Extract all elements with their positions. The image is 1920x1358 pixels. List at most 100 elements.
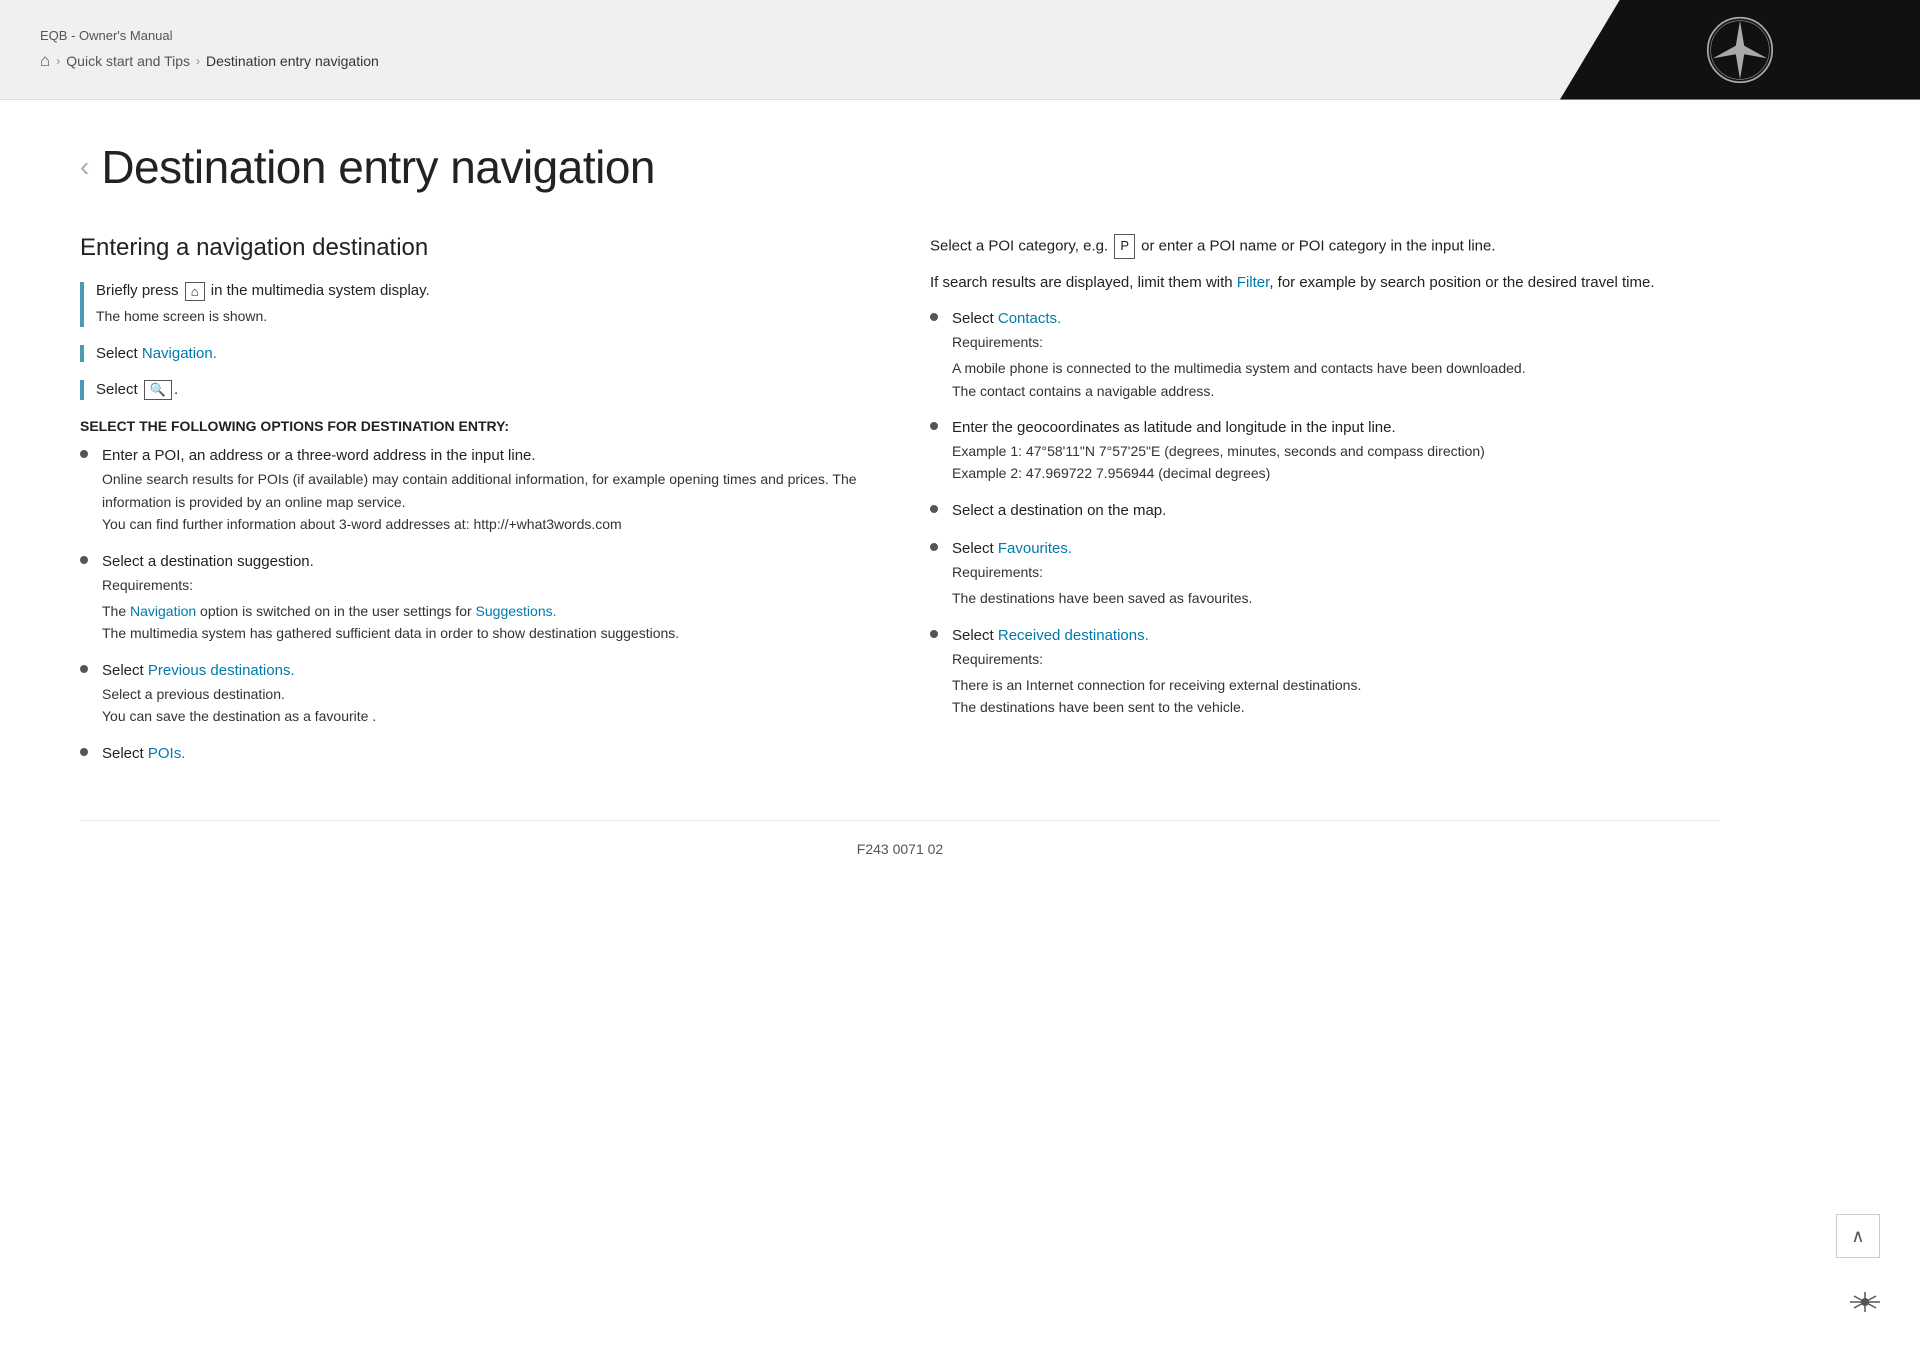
bullet-2-main: Select a destination suggestion.: [102, 553, 314, 570]
arrow-item-1-content: Briefly press ⌂ in the multimedia system…: [96, 282, 870, 327]
breadcrumb-quick-start[interactable]: Quick start and Tips: [66, 53, 190, 69]
arrow-item-2-text: Select Navigation.: [96, 345, 217, 362]
bullet-item-3: Select Previous destinations. Select a p…: [80, 659, 870, 728]
breadcrumb-current: Destination entry navigation: [206, 53, 379, 69]
right-bullet-4-content: Select Favourites. Requirements: The des…: [952, 537, 1720, 610]
right-bullet-1-sub: A mobile phone is connected to the multi…: [952, 357, 1720, 379]
breadcrumb: ⌂ › Quick start and Tips › Destination e…: [40, 51, 1520, 71]
two-col-layout: Entering a navigation destination Briefl…: [80, 234, 1720, 780]
bullet-2-sub: The Navigation option is switched on in …: [102, 600, 870, 622]
arrow-item-3-text: Select 🔍.: [96, 381, 178, 398]
right-bullet-5-sub2: The destinations have been sent to the v…: [952, 696, 1720, 718]
right-bullet-5-req: Requirements:: [952, 648, 1720, 670]
bullet-2-req: Requirements:: [102, 574, 870, 596]
navigation-link[interactable]: Navigation.: [142, 345, 217, 362]
bullet-item-4: Select POIs.: [80, 742, 870, 766]
mercedes-logo: [1705, 15, 1775, 85]
scroll-top-button[interactable]: ∧: [1836, 1214, 1880, 1258]
right-dot-1: [930, 313, 938, 321]
home-icon[interactable]: ⌂: [40, 51, 50, 71]
arrow-items-list: Briefly press ⌂ in the multimedia system…: [80, 282, 870, 400]
circle-dot-4: [80, 748, 88, 756]
bullet-item-1: Enter a POI, an address or a three-word …: [80, 444, 870, 535]
right-bullet-2-sub: Example 1: 47°58'11"N 7°57'25"E (degrees…: [952, 440, 1720, 462]
arrow-bar-2: [80, 345, 84, 362]
arrow-item-2-content: Select Navigation.: [96, 345, 870, 362]
home-icon-box: ⌂: [185, 282, 205, 301]
navigation-link-2[interactable]: Navigation: [130, 603, 196, 619]
search-icon-box: 🔍: [144, 380, 172, 400]
bullet-1-main: Enter a POI, an address or a three-word …: [102, 447, 536, 464]
bullet-item-3-content: Select Previous destinations. Select a p…: [102, 659, 870, 728]
right-bullet-4-main: Select Favourites.: [952, 540, 1072, 557]
poi-icon-box: P: [1114, 234, 1135, 259]
filter-link[interactable]: Filter: [1237, 274, 1270, 291]
bullet-item-4-content: Select POIs.: [102, 742, 870, 766]
poi-category-text: Select a POI category, e.g. P or enter a…: [930, 234, 1720, 259]
bullet-3-main: Select Previous destinations.: [102, 662, 295, 679]
right-bullet-1-main: Select Contacts.: [952, 310, 1061, 327]
pois-link[interactable]: POIs.: [148, 745, 186, 762]
breadcrumb-sep-2: ›: [196, 54, 200, 68]
right-bullet-2: Enter the geocoordinates as latitude and…: [930, 416, 1720, 485]
arrow-item-3: Select 🔍.: [80, 380, 870, 400]
received-destinations-link[interactable]: Received destinations.: [998, 627, 1149, 644]
bullet-4-main: Select POIs.: [102, 745, 185, 762]
right-bullet-1-content: Select Contacts. Requirements: A mobile …: [952, 307, 1720, 402]
right-bullet-1: Select Contacts. Requirements: A mobile …: [930, 307, 1720, 402]
left-column: Entering a navigation destination Briefl…: [80, 234, 870, 780]
right-bullet-1-sub2: The contact contains a navigable address…: [952, 380, 1720, 402]
right-column: Select a POI category, e.g. P or enter a…: [930, 234, 1720, 780]
contacts-link[interactable]: Contacts.: [998, 310, 1061, 327]
previous-destinations-link[interactable]: Previous destinations.: [148, 662, 295, 679]
bottom-icon: [1850, 1292, 1880, 1312]
page-footer-icon: [1850, 1292, 1880, 1318]
right-dot-4: [930, 543, 938, 551]
bullet-2-sub2: The multimedia system has gathered suffi…: [102, 622, 870, 644]
header-content: EQB - Owner's Manual ⌂ › Quick start and…: [0, 28, 1560, 71]
footer: F243 0071 02: [80, 820, 1720, 877]
arrow-item-3-content: Select 🔍.: [96, 380, 870, 400]
right-bullet-items: Select Contacts. Requirements: A mobile …: [930, 307, 1720, 719]
arrow-item-2: Select Navigation.: [80, 345, 870, 362]
right-bullet-5-content: Select Received destinations. Requiremen…: [952, 624, 1720, 719]
right-bullet-4-req: Requirements:: [952, 561, 1720, 583]
circle-dot-3: [80, 665, 88, 673]
arrow-bar-1: [80, 282, 84, 327]
bullet-3-sub: Select a previous destination.: [102, 683, 870, 705]
bullet-items-left: Enter a POI, an address or a three-word …: [80, 444, 870, 765]
bullet-1-sub: Online search results for POIs (if avail…: [102, 468, 870, 513]
right-dot-5: [930, 630, 938, 638]
circle-dot-2: [80, 556, 88, 564]
logo-area: [1560, 0, 1920, 100]
arrow-bar-3: [80, 380, 84, 400]
right-bullet-5-main: Select Received destinations.: [952, 627, 1149, 644]
right-dot-2: [930, 422, 938, 430]
footer-code: F243 0071 02: [857, 841, 943, 857]
page-title-row: ‹ Destination entry navigation: [80, 140, 1720, 194]
bullet-1-sub2: You can find further information about 3…: [102, 513, 870, 535]
right-bullet-2-main: Enter the geocoordinates as latitude and…: [952, 419, 1396, 436]
manual-title: EQB - Owner's Manual: [40, 28, 1520, 43]
circle-dot-1: [80, 450, 88, 458]
bullet-item-2: Select a destination suggestion. Require…: [80, 550, 870, 645]
bullet-item-2-content: Select a destination suggestion. Require…: [102, 550, 870, 645]
right-dot-3: [930, 505, 938, 513]
page-title: Destination entry navigation: [101, 140, 655, 194]
bullet-3-sub2: You can save the destination as a favour…: [102, 705, 870, 727]
arrow-item-1: Briefly press ⌂ in the multimedia system…: [80, 282, 870, 327]
suggestions-link[interactable]: Suggestions.: [476, 603, 557, 619]
bullet-item-1-content: Enter a POI, an address or a three-word …: [102, 444, 870, 535]
favourites-link[interactable]: Favourites.: [998, 540, 1072, 557]
bold-label: SELECT THE FOLLOWING OPTIONS FOR DESTINA…: [80, 418, 870, 434]
right-bullet-4: Select Favourites. Requirements: The des…: [930, 537, 1720, 610]
right-bullet-2-sub2: Example 2: 47.969722 7.956944 (decimal d…: [952, 462, 1720, 484]
right-bullet-5: Select Received destinations. Requiremen…: [930, 624, 1720, 719]
right-bullet-2-content: Enter the geocoordinates as latitude and…: [952, 416, 1720, 485]
right-bullet-3-main: Select a destination on the map.: [952, 502, 1166, 519]
back-arrow[interactable]: ‹: [80, 151, 89, 183]
breadcrumb-sep-1: ›: [56, 54, 60, 68]
page-content: ‹ Destination entry navigation Entering …: [0, 100, 1800, 937]
right-bullet-3-content: Select a destination on the map.: [952, 499, 1720, 523]
filter-text: If search results are displayed, limit t…: [930, 271, 1720, 295]
